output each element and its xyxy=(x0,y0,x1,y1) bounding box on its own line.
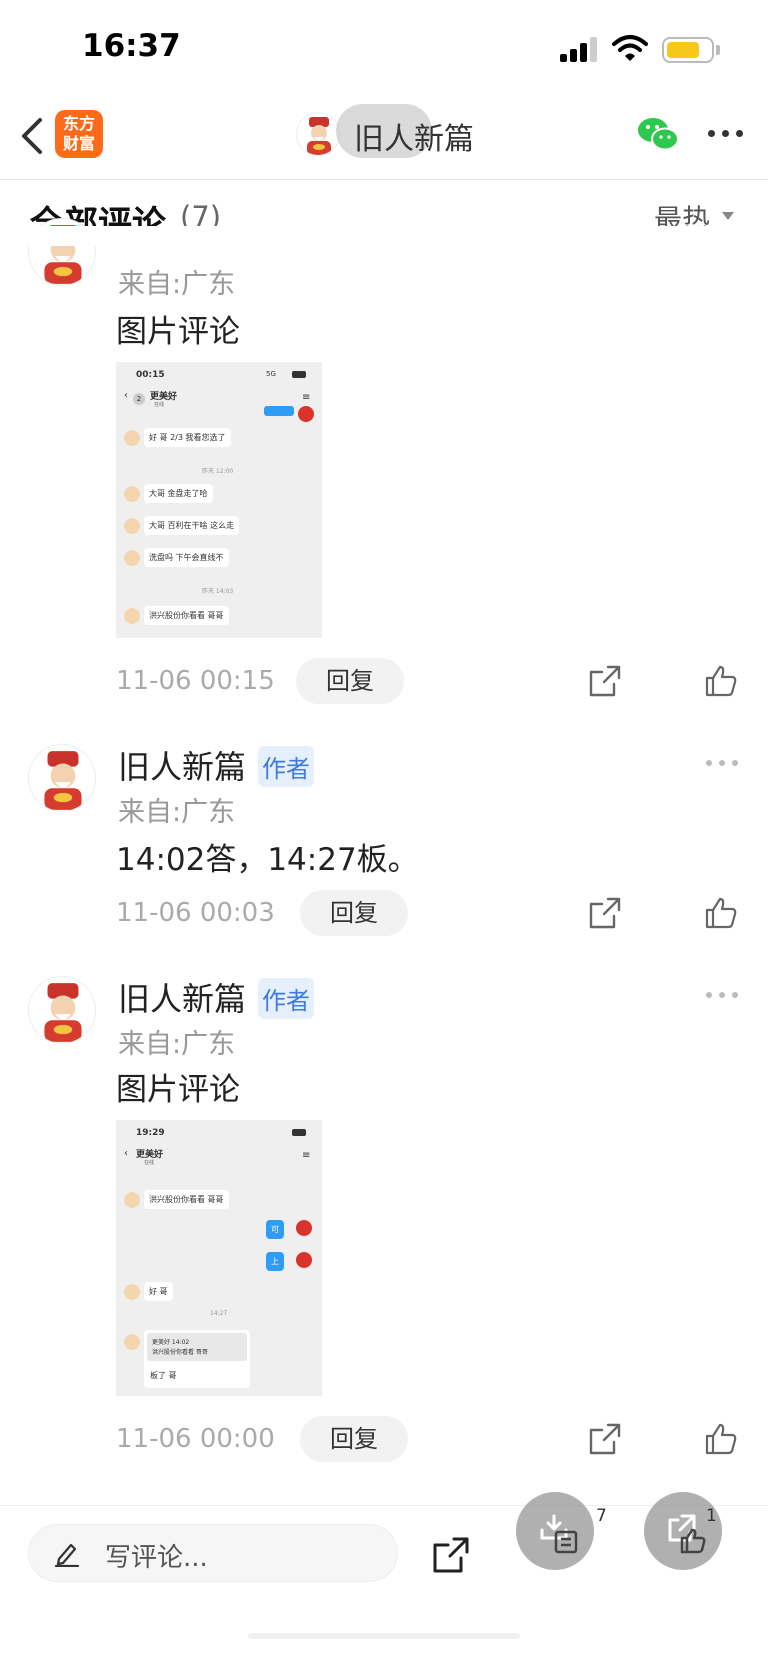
image-menu-icon: ≡ xyxy=(302,392,311,403)
comment-text: 14:02答，14:27板。 xyxy=(116,842,419,878)
image-avatar xyxy=(124,1334,140,1350)
share-count-button[interactable] xyxy=(644,1492,722,1570)
image-battery-icon xyxy=(292,1129,306,1136)
god-of-wealth-icon xyxy=(307,117,331,155)
back-button[interactable] xyxy=(14,114,54,158)
app-logo-line1: 东方 xyxy=(62,114,95,133)
comment-author[interactable]: 旧人新篇 xyxy=(118,974,246,1020)
author-avatar[interactable] xyxy=(296,112,340,156)
comment-avatar[interactable] xyxy=(28,976,96,1044)
comment-more-icon[interactable] xyxy=(706,758,738,768)
image-contact-status: 在线 xyxy=(154,402,165,408)
comment-location: 来自:广东 xyxy=(118,797,236,828)
cellular-signal-icon xyxy=(560,36,598,62)
nav-title: 旧人新篇 xyxy=(354,122,474,157)
share-count: 1 xyxy=(706,1506,717,1526)
comment-avatar[interactable] xyxy=(28,744,96,812)
image-avatar xyxy=(124,430,140,446)
comment-input[interactable]: 写评论... xyxy=(28,1524,398,1582)
battery-cap xyxy=(716,45,720,55)
collect-button[interactable] xyxy=(516,1492,594,1570)
comment-author[interactable]: 旧人新篇 xyxy=(118,742,246,788)
image-message: 洗盘吗 下午会直线不 xyxy=(144,548,229,567)
image-avatar xyxy=(124,1284,140,1300)
image-sent-bubble xyxy=(264,406,294,416)
image-message: 洪兴股份你看看 哥哥 xyxy=(144,1190,229,1209)
image-message: 大哥 百利在干啥 这么走 xyxy=(144,516,240,535)
more-options-button[interactable] xyxy=(706,122,746,146)
screen: 16:37 东方 财富 旧人新篇 全部评论 (7) 最热 来自:广东 图片评论 … xyxy=(0,0,768,1663)
app-logo[interactable]: 东方 财富 xyxy=(55,110,103,158)
image-avatar xyxy=(124,608,140,624)
image-avatar xyxy=(124,1192,140,1208)
image-message: 洪兴股份你看看 哥哥 xyxy=(144,606,229,625)
image-message: 大哥 金盘走了哈 xyxy=(144,484,213,503)
image-quote-reply: 板了 哥 xyxy=(150,1371,177,1380)
image-avatar xyxy=(296,1220,312,1236)
nav-bar: 东方 财富 旧人新篇 xyxy=(0,100,768,180)
reply-button[interactable]: 回复 xyxy=(300,1416,408,1462)
image-quote-head: 更美好 14:02 xyxy=(152,1339,190,1346)
image-avatar xyxy=(298,406,314,422)
reply-button[interactable]: 回复 xyxy=(300,890,408,936)
thumbs-up-icon[interactable] xyxy=(704,1422,738,1456)
image-battery-icon xyxy=(292,371,306,378)
thumbs-up-icon[interactable] xyxy=(704,896,738,930)
image-quote-body: 洪兴股份你看看 哥哥 xyxy=(152,1349,208,1356)
share-icon[interactable] xyxy=(432,1536,470,1574)
share-like-icon xyxy=(668,1514,706,1554)
god-of-wealth-icon xyxy=(44,983,82,1042)
image-timestamp: 14:27 xyxy=(210,1310,228,1317)
battery-icon xyxy=(662,37,714,63)
share-icon[interactable] xyxy=(588,664,622,698)
comment-image[interactable]: 00:15 5G ‹ 2 更美好 在线 ≡ 好 哥 2/3 我看您选了 昨天 1… xyxy=(116,362,322,638)
wechat-share-icon[interactable] xyxy=(636,114,680,154)
image-avatar xyxy=(296,1252,312,1268)
image-signal: 5G xyxy=(266,370,276,378)
home-indicator[interactable] xyxy=(248,1633,520,1639)
pencil-icon xyxy=(54,1543,80,1567)
reply-button[interactable]: 回复 xyxy=(296,658,404,704)
comment-input-placeholder: 写评论... xyxy=(105,1543,208,1573)
image-avatar xyxy=(124,486,140,502)
comment-time: 11-06 00:15 xyxy=(116,666,275,696)
share-icon[interactable] xyxy=(588,1422,622,1456)
status-time: 16:37 xyxy=(82,28,181,64)
image-contact-status: 在线 xyxy=(144,1160,155,1166)
wifi-icon xyxy=(612,35,648,61)
image-back-icon: ‹ xyxy=(124,1148,128,1159)
caret-down-icon[interactable] xyxy=(722,212,734,220)
image-avatar xyxy=(124,550,140,566)
comment-more-icon[interactable] xyxy=(706,990,738,1000)
comment-image[interactable]: 19:29 ‹ 更美好 在线 ≡ 洪兴股份你看看 哥哥 可 上 好 哥 14:2… xyxy=(116,1120,322,1396)
image-avatar xyxy=(124,518,140,534)
image-status-time: 00:15 xyxy=(136,370,165,380)
image-sent-message: 可 xyxy=(266,1220,284,1239)
comment-time: 11-06 00:03 xyxy=(116,898,275,928)
image-message: 好 哥 xyxy=(144,1282,173,1301)
scroll-mask xyxy=(0,226,768,246)
image-message: 好 哥 2/3 我看您选了 xyxy=(144,428,231,447)
comment-location: 来自:广东 xyxy=(118,269,236,300)
app-logo-line2: 财富 xyxy=(62,134,95,153)
comment-location: 来自:广东 xyxy=(118,1029,236,1060)
comment-text: 图片评论 xyxy=(116,314,240,350)
author-badge: 作者 xyxy=(258,746,314,787)
thumbs-up-icon[interactable] xyxy=(704,664,738,698)
image-quote-bubble: 更美好 14:02 洪兴股份你看看 哥哥 板了 哥 xyxy=(144,1330,250,1388)
comment-text: 图片评论 xyxy=(116,1072,240,1108)
download-collect-icon xyxy=(540,1514,578,1554)
image-timestamp: 昨天 12:00 xyxy=(202,468,234,475)
collect-count: 7 xyxy=(596,1506,607,1526)
image-sent-message: 上 xyxy=(266,1252,284,1271)
comment-time: 11-06 00:00 xyxy=(116,1424,275,1454)
image-unread: 2 xyxy=(133,393,145,405)
god-of-wealth-icon xyxy=(44,751,82,810)
author-badge: 作者 xyxy=(258,978,314,1019)
image-menu-icon: ≡ xyxy=(302,1150,311,1161)
image-timestamp: 昨天 14:03 xyxy=(202,588,234,595)
image-back-icon: ‹ xyxy=(124,390,128,401)
image-status-time: 19:29 xyxy=(136,1128,165,1138)
share-icon[interactable] xyxy=(588,896,622,930)
